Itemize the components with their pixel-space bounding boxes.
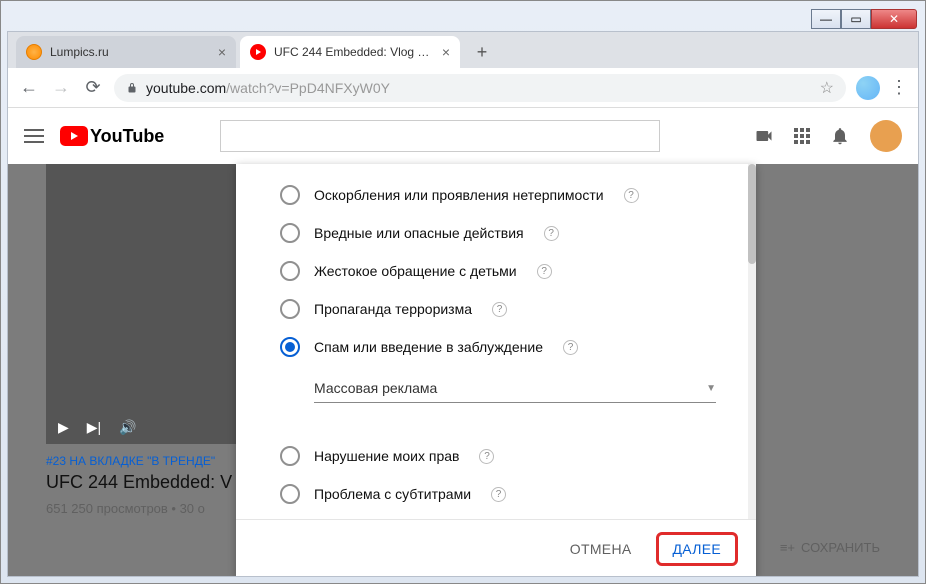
tab-title: UFC 244 Embedded: Vlog Series	[274, 45, 436, 59]
report-option-child-abuse[interactable]: Жестокое обращение с детьми ?	[236, 252, 756, 290]
tab-close-icon[interactable]: ×	[442, 44, 450, 60]
forward-button[interactable]: →	[50, 77, 72, 99]
tab-youtube[interactable]: UFC 244 Embedded: Vlog Series ×	[240, 36, 460, 68]
hamburger-menu-icon[interactable]	[24, 129, 44, 143]
volume-icon[interactable]: 🔊	[119, 419, 136, 436]
lock-icon	[126, 81, 138, 95]
help-icon[interactable]: ?	[479, 449, 494, 464]
apps-grid-icon[interactable]	[794, 128, 810, 144]
window-close-button[interactable]: ✕	[871, 9, 917, 29]
window-minimize-button[interactable]: —	[811, 9, 841, 29]
cancel-button[interactable]: ОТМЕНА	[556, 533, 646, 565]
bookmark-star-icon[interactable]: ☆	[820, 78, 834, 98]
report-option-terrorism[interactable]: Пропаганда терроризма ?	[236, 290, 756, 328]
help-icon[interactable]: ?	[491, 487, 506, 502]
report-option-harmful[interactable]: Вредные или опасные действия ?	[236, 214, 756, 252]
radio-icon	[280, 261, 300, 281]
browser-menu-icon[interactable]: ⋮	[890, 77, 908, 98]
radio-checked-icon	[280, 337, 300, 357]
scrollbar[interactable]	[748, 164, 756, 519]
next-button[interactable]: ДАЛЕЕ	[656, 532, 739, 566]
address-bar[interactable]: youtube.com/watch?v=PpD4NFXyW0Y ☆	[114, 74, 846, 102]
radio-icon	[280, 223, 300, 243]
url-domain: youtube.com	[146, 80, 226, 96]
report-option-insults[interactable]: Оскорбления или проявления нетерпимости …	[236, 176, 756, 214]
notifications-bell-icon[interactable]	[830, 126, 850, 146]
window-titlebar: — ▭ ✕	[7, 7, 919, 31]
report-option-captions[interactable]: Проблема с субтитрами ?	[236, 475, 756, 513]
youtube-logo-text: YouTube	[90, 126, 164, 147]
scrollbar-thumb[interactable]	[748, 164, 756, 264]
youtube-play-icon	[60, 126, 88, 146]
youtube-header: YouTube	[8, 108, 918, 164]
playlist-add-icon: ≡+	[780, 540, 795, 555]
new-tab-button[interactable]: +	[468, 38, 496, 66]
url-path: /watch?v=PpD4NFXyW0Y	[226, 80, 390, 96]
report-dialog: Оскорбления или проявления нетерпимости …	[236, 164, 756, 576]
spam-subtype-select[interactable]: Массовая реклама ▼	[314, 374, 716, 403]
next-icon[interactable]: ▶|	[87, 419, 101, 436]
page-content: YouTube ▶ ▶| 🔊 ▭ ⛶	[8, 108, 918, 576]
radio-icon	[280, 446, 300, 466]
profile-avatar[interactable]	[856, 76, 880, 100]
radio-icon	[280, 484, 300, 504]
help-icon[interactable]: ?	[492, 302, 507, 317]
tab-title: Lumpics.ru	[50, 45, 212, 59]
back-button[interactable]: ←	[18, 77, 40, 99]
create-video-icon[interactable]	[754, 126, 774, 146]
user-avatar[interactable]	[870, 120, 902, 152]
search-input[interactable]	[220, 120, 660, 152]
radio-icon	[280, 185, 300, 205]
youtube-logo[interactable]: YouTube	[60, 126, 164, 147]
browser-toolbar: ← → ⟳ youtube.com/watch?v=PpD4NFXyW0Y ☆ …	[8, 68, 918, 108]
tab-close-icon[interactable]: ×	[218, 44, 226, 60]
help-icon[interactable]: ?	[624, 188, 639, 203]
reload-button[interactable]: ⟳	[82, 77, 104, 99]
report-option-spam[interactable]: Спам или введение в заблуждение ?	[236, 328, 756, 366]
chevron-down-icon: ▼	[706, 383, 716, 394]
save-button[interactable]: ≡+ СОХРАНИТЬ	[780, 540, 880, 555]
help-icon[interactable]: ?	[537, 264, 552, 279]
window-maximize-button[interactable]: ▭	[841, 9, 871, 29]
tab-lumpics[interactable]: Lumpics.ru ×	[16, 36, 236, 68]
help-icon[interactable]: ?	[544, 226, 559, 241]
favicon-youtube-icon	[250, 44, 266, 60]
report-option-rights[interactable]: Нарушение моих прав ?	[236, 437, 756, 475]
help-icon[interactable]: ?	[563, 340, 578, 355]
select-value: Массовая реклама	[314, 380, 437, 396]
browser-tabs: Lumpics.ru × UFC 244 Embedded: Vlog Seri…	[8, 32, 918, 68]
radio-icon	[280, 299, 300, 319]
favicon-lumpics-icon	[26, 44, 42, 60]
play-icon[interactable]: ▶	[58, 419, 69, 436]
